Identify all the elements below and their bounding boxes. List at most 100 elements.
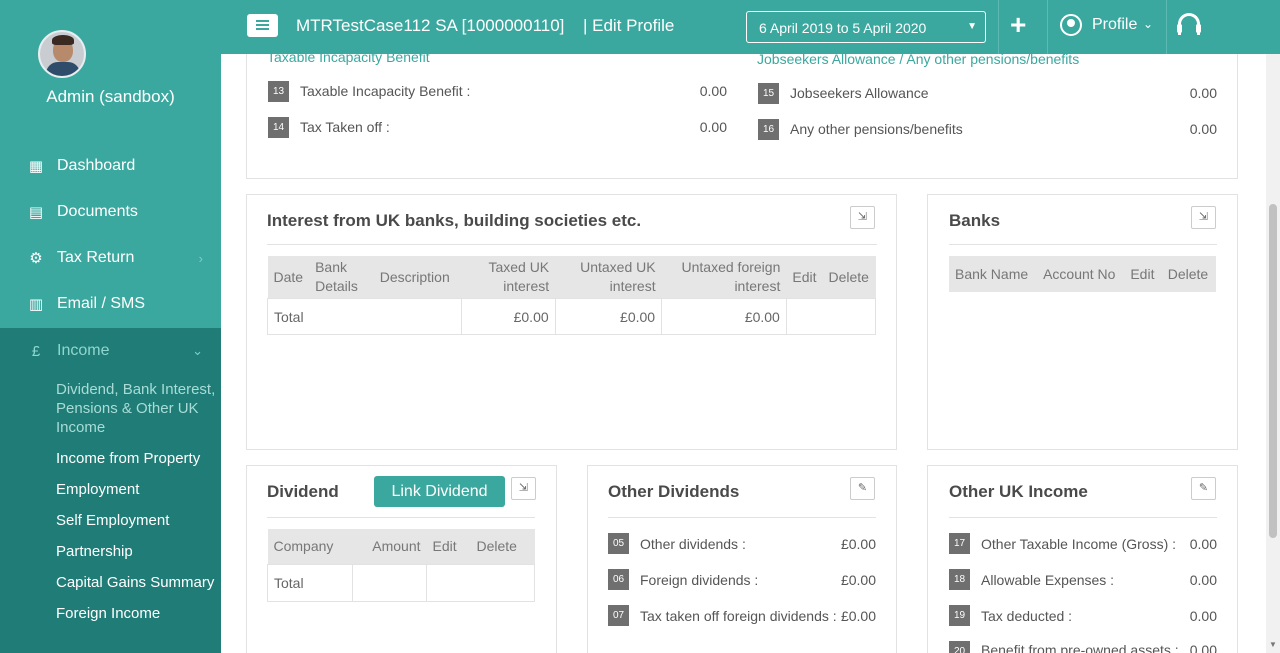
sidebar-item-label: Documents	[57, 203, 138, 220]
divider	[949, 244, 1217, 245]
benefits-panel: Taxable Incapacity Benefit Jobseekers Al…	[246, 40, 1238, 179]
table-cell	[785, 298, 877, 335]
column-header: Edit	[1124, 256, 1162, 292]
client-title: MTRTestCase112 SA [1000000110]	[296, 16, 565, 35]
field-label: Other dividends :	[640, 536, 746, 552]
column-header: Account No	[1037, 256, 1125, 292]
divider	[998, 0, 999, 54]
user-icon[interactable]	[1060, 14, 1082, 36]
page-scrollbar[interactable]: ▼	[1266, 54, 1280, 653]
column-header: Taxed UK interest	[461, 256, 556, 299]
box-number: 18	[949, 569, 970, 590]
field-value: 0.00	[1189, 536, 1217, 552]
submenu-item-capital-gains[interactable]: Capital Gains Summary	[56, 573, 216, 592]
avatar[interactable]	[38, 30, 86, 78]
divider	[267, 517, 535, 518]
field-label: Jobseekers Allowance	[790, 85, 929, 101]
documents-icon: ▤	[28, 204, 44, 221]
box-number: 17	[949, 533, 970, 554]
chevron-down-icon[interactable]: ⌄	[1143, 17, 1153, 31]
tax-return-icon: ⚙	[29, 250, 43, 267]
interest-panel: Interest from UK banks, building societi…	[246, 194, 897, 450]
sidebar-item-dashboard[interactable]: ▦ Dashboard	[0, 143, 221, 189]
box-number: 13	[268, 81, 289, 102]
sidebar-item-label: Tax Return	[57, 249, 135, 266]
submenu-item-foreign-income[interactable]: Foreign Income	[56, 604, 216, 623]
tax-year-value: 6 April 2019 to 5 April 2020	[759, 20, 927, 36]
field-value: 0.00	[1189, 572, 1217, 588]
link-dividend-button[interactable]: Link Dividend	[374, 476, 505, 507]
panel-title: Other Dividends	[608, 482, 740, 501]
sidebar-item-label: Email / SMS	[57, 295, 146, 312]
column-header: Delete	[470, 529, 535, 564]
box-number: 16	[758, 119, 779, 140]
scroll-down-arrow-icon[interactable]: ▼	[1269, 640, 1277, 649]
add-icon[interactable]: +	[1010, 9, 1026, 41]
edit-profile-link[interactable]: | Edit Profile	[583, 16, 674, 36]
panel-title: Interest from UK banks, building societi…	[267, 211, 642, 230]
sidebar-item-label: Income	[57, 342, 110, 359]
banks-table: Bank Name Account No Edit Delete	[949, 256, 1216, 292]
box-number: 20	[949, 641, 970, 653]
panel-title: Other UK Income	[949, 482, 1088, 501]
field-value: £0.00	[840, 572, 876, 588]
sidebar-item-email-sms[interactable]: ▥ Email / SMS	[0, 281, 221, 327]
submenu-item-partnership[interactable]: Partnership	[56, 542, 216, 561]
field-label: Taxable Incapacity Benefit :	[300, 83, 471, 99]
edit-other-uk-income-button[interactable]: ✎	[1191, 477, 1216, 500]
sidebar-item-tax-return[interactable]: ⚙ Tax Return ›	[0, 235, 221, 281]
profile-menu[interactable]: Profile	[1092, 16, 1137, 34]
dashboard-icon: ▦	[28, 158, 44, 175]
column-header: Bank Details	[309, 256, 374, 299]
column-header: Delete	[1161, 256, 1216, 292]
menu-toggle-button[interactable]	[247, 14, 278, 37]
sidebar-item-income[interactable]: £ Income ⌄	[0, 328, 221, 374]
column-header: Delete	[822, 256, 876, 299]
divider	[1047, 0, 1048, 54]
panel-title: Dividend	[267, 482, 339, 501]
edit-other-dividends-button[interactable]: ✎	[850, 477, 875, 500]
column-header: Description	[373, 256, 462, 299]
tax-year-select[interactable]: 6 April 2019 to 5 April 2020 ▼	[746, 11, 986, 43]
interest-table: Date Bank Details Description Taxed UK i…	[267, 256, 877, 335]
field-label: Other Taxable Income (Gross) :	[981, 536, 1177, 552]
field-value: 0.00	[1189, 85, 1217, 101]
user-name: Admin (sandbox)	[46, 87, 175, 106]
submenu-item-dividend-bank-interest[interactable]: Dividend, Bank Interest, Pensions & Othe…	[56, 380, 216, 437]
banks-panel: Banks ⇲ Bank Name Account No Edit Delete	[927, 194, 1238, 450]
add-dividend-button[interactable]: ⇲	[511, 477, 536, 500]
table-cell: £0.00	[460, 298, 556, 335]
column-header: Untaxed foreign interest	[661, 256, 787, 299]
field-label: Tax Taken off :	[300, 119, 390, 135]
scrollbar-thumb[interactable]	[1269, 204, 1277, 538]
table-row: Total £0.00 £0.00 £0.00	[267, 298, 877, 335]
table-cell: Total	[267, 563, 353, 602]
table-cell: £0.00	[554, 298, 663, 335]
add-bank-button[interactable]: ⇲	[1191, 206, 1216, 229]
field-label: Any other pensions/benefits	[790, 121, 963, 137]
table-cell: Total	[267, 298, 462, 335]
column-header: Bank Name	[949, 256, 1038, 292]
other-dividends-panel: Other Dividends ✎ 05 Other dividends : £…	[587, 465, 897, 653]
support-headset-icon[interactable]	[1177, 13, 1201, 35]
field-label: Tax deducted :	[981, 608, 1073, 624]
other-uk-income-panel: Other UK Income ✎ 17 Other Taxable Incom…	[927, 465, 1238, 653]
email-icon: ▥	[28, 296, 44, 313]
submenu-item-employment[interactable]: Employment	[56, 480, 216, 499]
submenu-item-income-from-property[interactable]: Income from Property	[56, 449, 216, 468]
column-header: Edit	[426, 529, 471, 564]
column-header: Untaxed UK interest	[555, 256, 662, 299]
box-number: 06	[608, 569, 629, 590]
field-value: 0.00	[1189, 608, 1217, 624]
divider	[267, 244, 877, 245]
box-number: 07	[608, 605, 629, 626]
dividend-table: Company Amount Edit Delete Total	[267, 529, 535, 602]
column-header: Company	[267, 529, 353, 564]
field-value: 0.00	[699, 119, 727, 135]
submenu-item-self-employment[interactable]: Self Employment	[56, 511, 216, 530]
panel-title: Banks	[949, 211, 1001, 230]
add-interest-button[interactable]: ⇲	[850, 206, 875, 229]
table-cell	[426, 563, 535, 602]
sidebar-item-documents[interactable]: ▤ Documents	[0, 189, 221, 235]
box-number: 19	[949, 605, 970, 626]
